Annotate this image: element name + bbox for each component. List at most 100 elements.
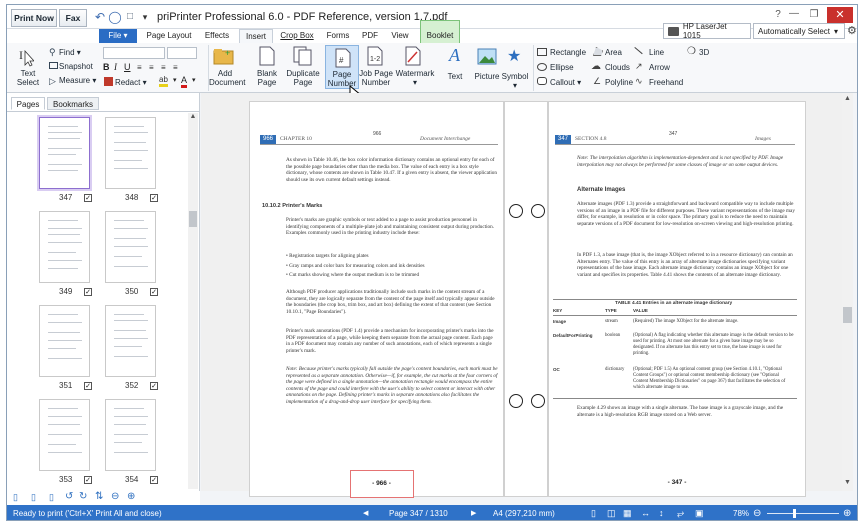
zoom-out-icon[interactable]: ⊖ (111, 491, 119, 502)
line-button[interactable]: Line (649, 48, 664, 57)
page-checkbox[interactable]: ✓ (84, 476, 92, 484)
text-select-button[interactable]: Text Select (13, 69, 43, 87)
add-document-button[interactable]: Add Document (209, 69, 245, 87)
scroll-up-icon[interactable]: ▲ (842, 95, 853, 102)
rectangle-button[interactable]: Rectangle (550, 48, 586, 57)
3d-button[interactable]: 3D (699, 48, 709, 57)
page-thumbnail-348[interactable] (105, 117, 156, 189)
chevron-down-icon[interactable]: ▾ (173, 76, 177, 84)
redact-button[interactable]: Redact ▾ (115, 78, 147, 87)
tab-page-layout[interactable]: Page Layout (141, 29, 197, 43)
tab-booklet[interactable]: Booklet (420, 20, 460, 43)
tab-insert[interactable]: Insert (239, 29, 273, 43)
find-button[interactable]: Find ▾ (59, 48, 81, 57)
measure-button[interactable]: Measure ▾ (59, 76, 96, 85)
zoom-in-icon[interactable]: ⊕ (843, 505, 851, 520)
blank-page-button[interactable]: Blank Page (253, 69, 281, 87)
snapshot-button[interactable]: Snapshot (59, 62, 93, 71)
undo-icon[interactable]: ↶ (93, 10, 107, 24)
align-center-icon[interactable]: ≡ (149, 63, 154, 72)
printer-select[interactable]: HP LaserJet 1015 (663, 22, 751, 40)
gear-icon[interactable]: ⚙ (847, 24, 857, 38)
page-thumbnail-350[interactable] (105, 211, 156, 283)
tab-view[interactable]: View (387, 29, 413, 43)
restore-icon[interactable]: ❐ (807, 9, 821, 21)
page-checkbox[interactable]: ✓ (150, 476, 158, 484)
duplicate-page-button[interactable]: Duplicate Page (283, 69, 323, 87)
freehand-button[interactable]: Freehand (649, 78, 683, 87)
page-thumbnail-349[interactable] (39, 211, 90, 283)
document-scrollbar[interactable] (842, 93, 853, 491)
italic-button[interactable]: I (114, 62, 117, 72)
page-number-button[interactable]: # Page Number (325, 45, 359, 89)
page-thumbnail-347[interactable] (39, 117, 90, 189)
watermark-button[interactable]: Watermark ▾ (395, 69, 435, 87)
zoom-in-icon[interactable]: ⊕ (127, 491, 135, 502)
scroll-thumb[interactable] (189, 211, 197, 227)
font-family-input[interactable] (103, 47, 165, 59)
page-thumbnail-354[interactable] (105, 399, 156, 471)
close-icon[interactable]: ✕ (827, 7, 853, 23)
tab-file[interactable]: File ▾ (99, 29, 137, 43)
page-checkbox[interactable]: ✓ (84, 382, 92, 390)
tab-effects[interactable]: Effects (201, 29, 233, 43)
two-page-icon[interactable]: ◫ (607, 505, 616, 520)
bold-button[interactable]: B (103, 62, 110, 72)
clouds-button[interactable]: Clouds (605, 63, 630, 72)
page-checkbox[interactable]: ✓ (84, 288, 92, 296)
page-checkbox[interactable]: ✓ (150, 194, 158, 202)
align-right-icon[interactable]: ≡ (161, 63, 166, 72)
insert-after-icon[interactable]: ▯ (49, 492, 54, 503)
fit-height-icon[interactable]: ↕ (659, 505, 664, 520)
underline-button[interactable]: U (124, 62, 131, 72)
area-button[interactable]: Area (605, 48, 622, 57)
actual-size-icon[interactable]: ▣ (695, 505, 704, 520)
tab-bookmarks[interactable]: Bookmarks (47, 97, 99, 110)
highlight-color-icon[interactable]: ab (159, 76, 168, 87)
pages-scrollbar[interactable] (188, 113, 198, 489)
single-page-icon[interactable]: ▯ (591, 505, 596, 520)
refresh-icon[interactable]: ◯ (108, 10, 122, 24)
fit-page-icon[interactable]: ⥂ (677, 505, 684, 520)
insert-page-icon[interactable]: ▯ (31, 492, 36, 503)
page-icon[interactable]: ▯ (13, 492, 18, 503)
page-icon[interactable]: □ (123, 10, 137, 24)
scroll-down-icon[interactable]: ▼ (842, 479, 853, 486)
callout-button[interactable]: Callout ▾ (550, 78, 581, 87)
rotate-left-icon[interactable]: ↺ (65, 491, 73, 502)
paper-size[interactable]: A4 (297,210 mm) (493, 505, 555, 520)
page-number-stamp[interactable]: - 966 - (350, 470, 414, 498)
page-indicator[interactable]: Page 347 / 1310 (389, 505, 448, 520)
minimize-icon[interactable]: — (787, 9, 801, 21)
chevron-down-icon[interactable]: ▾ (192, 76, 196, 84)
page-thumbnail-351[interactable] (39, 305, 90, 377)
rotate-both-icon[interactable]: ⇅ (95, 491, 103, 502)
tab-pages[interactable]: Pages (11, 97, 45, 110)
fax-button[interactable]: Fax (59, 9, 87, 27)
text-tool-button[interactable]: Text (443, 72, 467, 81)
font-size-input[interactable] (167, 47, 197, 59)
tab-pdf[interactable]: PDF (359, 29, 381, 43)
picture-button[interactable]: Picture (471, 72, 503, 81)
symbol-button[interactable]: Symbol ▾ (501, 72, 529, 90)
help-icon[interactable]: ? (771, 9, 785, 21)
tab-crop-box[interactable]: Crop Box (277, 29, 317, 43)
print-now-button[interactable]: Print Now (11, 9, 57, 27)
page-thumbnail-353[interactable] (39, 399, 90, 471)
page-checkbox[interactable]: ✓ (150, 382, 158, 390)
print-mode-select[interactable]: Automatically Select ▾ (753, 23, 845, 39)
align-left-icon[interactable]: ≡ (137, 63, 142, 72)
fit-width-icon[interactable]: ↔ (641, 505, 650, 520)
grid-view-icon[interactable]: ▦ (623, 505, 632, 520)
prev-page-icon[interactable]: ◀ (363, 505, 368, 520)
scroll-up-icon[interactable]: ▲ (188, 113, 198, 123)
zoom-out-icon[interactable]: ⊖ (753, 505, 761, 520)
zoom-slider-thumb[interactable] (793, 509, 796, 518)
next-page-icon[interactable]: ▶ (471, 505, 476, 520)
page-checkbox[interactable]: ✓ (84, 194, 92, 202)
ellipse-button[interactable]: Ellipse (550, 63, 574, 72)
page-checkbox[interactable]: ✓ (150, 288, 158, 296)
polyline-button[interactable]: Polyline (605, 78, 633, 87)
tab-forms[interactable]: Forms (323, 29, 353, 43)
rotate-right-icon[interactable]: ↻ (79, 491, 87, 502)
